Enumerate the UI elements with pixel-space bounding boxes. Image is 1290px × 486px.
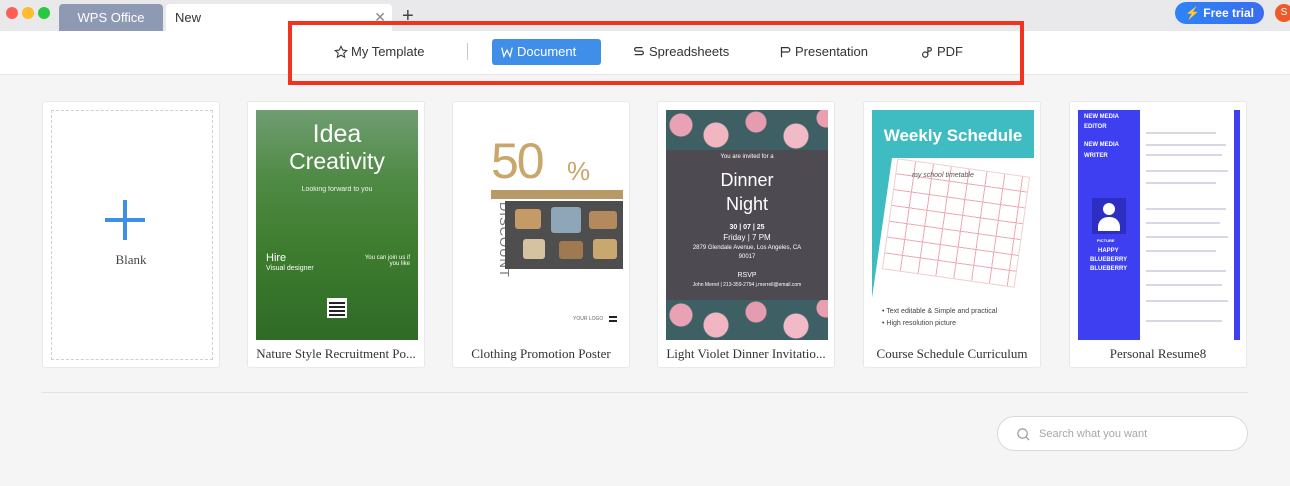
template-title: Personal Resume8 bbox=[1109, 346, 1207, 361]
flower-decoration bbox=[666, 110, 828, 150]
tab-new-label: New bbox=[175, 10, 202, 25]
template-title: Light Violet Dinner Invitatio... bbox=[666, 346, 826, 361]
thumb-bar bbox=[491, 190, 623, 199]
search-input[interactable] bbox=[1039, 425, 1239, 443]
template-card-personal-resume[interactable]: NEW MEDIA EDITOR NEW MEDIA WRITER PICTUR… bbox=[1069, 101, 1247, 368]
thumb-text: Hire bbox=[266, 252, 287, 264]
template-card-nature-recruitment[interactable]: Idea Creativity Looking forward to you H… bbox=[247, 101, 425, 368]
thumb-text: PICTURE bbox=[1097, 238, 1115, 243]
thumb-text: EDITOR bbox=[1084, 124, 1107, 130]
thumb-text: HAPPY bbox=[1098, 248, 1119, 254]
thumb-text: You are invited for a bbox=[720, 154, 774, 160]
highlight-box bbox=[288, 21, 1024, 85]
template-thumbnail: Idea Creativity Looking forward to you H… bbox=[256, 110, 418, 340]
zoom-window-button[interactable] bbox=[38, 7, 50, 19]
thumb-text: RSVP bbox=[737, 272, 757, 279]
free-trial-button[interactable]: ⚡ Free trial bbox=[1175, 2, 1264, 24]
thumb-text: NEW MEDIA bbox=[1084, 114, 1119, 120]
thumb-text: Weekly Schedule bbox=[883, 126, 1023, 145]
thumb-text: Dinner bbox=[720, 170, 774, 190]
thumb-text: Looking forward to you bbox=[301, 186, 373, 193]
template-title: Nature Style Recruitment Po... bbox=[256, 346, 416, 361]
thumb-text: % bbox=[567, 156, 591, 186]
template-title: Clothing Promotion Poster bbox=[471, 346, 611, 361]
template-thumbnail: 50 % DISCOUNT YOUR LOGO bbox=[461, 110, 623, 340]
template-card-course-schedule[interactable]: Weekly Schedule my school timetable • Te… bbox=[863, 101, 1041, 368]
thumb-text: WRITER bbox=[1084, 153, 1108, 159]
free-trial-label: Free trial bbox=[1203, 6, 1254, 20]
lightning-icon: ⚡ bbox=[1185, 6, 1200, 20]
thumb-text: Idea bbox=[312, 120, 362, 148]
thumb-text: 2879 Glendale Avenue, Los Angeles, CA 90… bbox=[692, 245, 802, 260]
search-box[interactable] bbox=[997, 416, 1248, 451]
template-card-dinner-invitation[interactable]: You are invited for a Dinner Night 30 | … bbox=[657, 101, 835, 368]
template-card-blank[interactable]: Blank bbox=[42, 101, 220, 368]
section-divider bbox=[42, 392, 1248, 393]
thumb-text: You can join us if you like bbox=[364, 255, 410, 267]
thumb-text: BLUEBERRY bbox=[1090, 257, 1128, 263]
search-icon bbox=[1017, 428, 1030, 441]
thumb-text: Night bbox=[725, 194, 769, 214]
thumb-text: BLUEBERRY bbox=[1090, 266, 1128, 272]
resume-sidebar: NEW MEDIA EDITOR NEW MEDIA WRITER PICTUR… bbox=[1078, 110, 1140, 340]
template-card-clothing-promotion[interactable]: 50 % DISCOUNT YOUR LOGO Clothing Promoti… bbox=[452, 101, 630, 368]
resume-photo-placeholder bbox=[1092, 198, 1126, 234]
thumb-text: YOUR LOGO bbox=[573, 316, 604, 322]
qr-code-icon bbox=[607, 312, 619, 324]
template-thumbnail: NEW MEDIA EDITOR NEW MEDIA WRITER PICTUR… bbox=[1078, 110, 1240, 340]
template-thumbnail: Weekly Schedule my school timetable • Te… bbox=[872, 110, 1034, 340]
tab-wps-office[interactable]: WPS Office bbox=[59, 4, 163, 31]
flower-decoration bbox=[666, 300, 828, 340]
thumb-text: John Merrel | 213-359-2794 j.merrell@ema… bbox=[692, 282, 802, 288]
thumb-text: 50 bbox=[491, 133, 545, 189]
clothing-photo bbox=[505, 201, 623, 269]
thumb-text: 30 | 07 | 25 bbox=[729, 224, 765, 231]
thumb-text: Friday | 7 PM bbox=[723, 233, 771, 242]
plus-icon bbox=[105, 200, 145, 240]
thumb-text: • Text editable & Simple and practical bbox=[882, 308, 998, 315]
avatar[interactable]: S bbox=[1275, 4, 1290, 22]
thumb-text: NEW MEDIA bbox=[1084, 142, 1119, 148]
template-thumbnail: You are invited for a Dinner Night 30 | … bbox=[666, 110, 828, 340]
thumb-text: Visual designer bbox=[266, 265, 314, 272]
blank-label: Blank bbox=[115, 252, 147, 267]
close-window-button[interactable] bbox=[6, 7, 18, 19]
qr-code-icon bbox=[327, 298, 347, 318]
thumb-text: my school timetable bbox=[912, 172, 974, 179]
template-title: Course Schedule Curriculum bbox=[876, 346, 1028, 361]
thumb-text: Dinner Night bbox=[666, 168, 828, 216]
thumb-text: • High resolution picture bbox=[882, 320, 957, 327]
resume-strip bbox=[1234, 110, 1240, 340]
minimize-window-button[interactable] bbox=[22, 7, 34, 19]
thumb-text: Creativity bbox=[289, 148, 385, 174]
